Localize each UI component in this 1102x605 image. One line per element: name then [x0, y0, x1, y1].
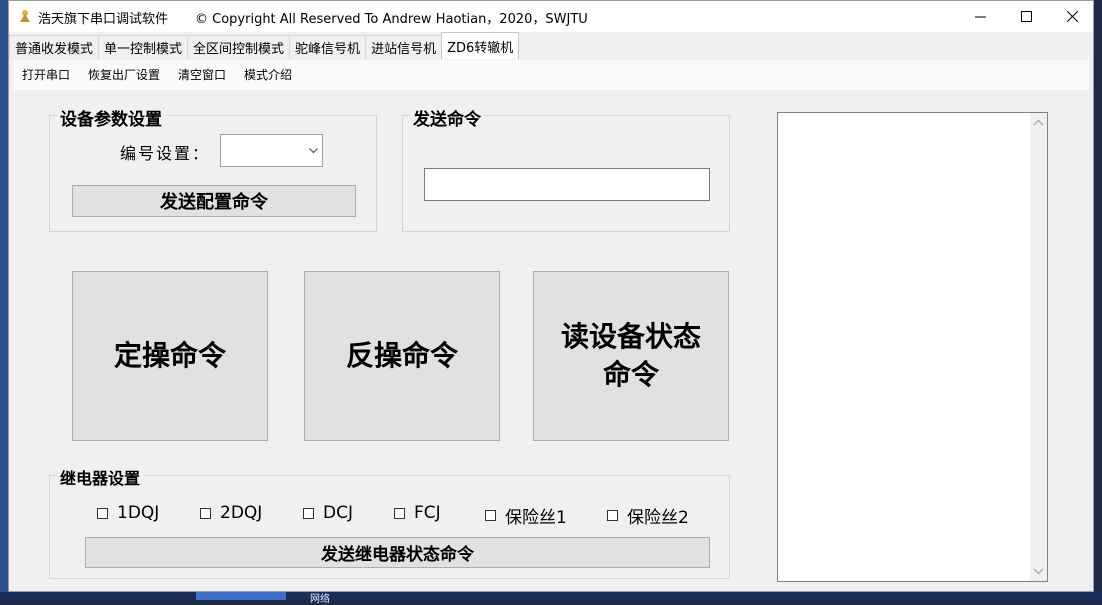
window-copyright: © Copyright All Reserved To Andrew Haoti… — [195, 12, 588, 27]
checkbox-label: FCJ — [414, 503, 441, 523]
read-status-line1: 读设备状态 — [560, 320, 701, 354]
send-command-title: 发送命令 — [410, 105, 484, 130]
tab-full-range[interactable]: 全区间控制模式 — [187, 35, 291, 59]
desktop-taskbar-area: 网络 — [0, 592, 1102, 605]
checkbox-1dqj[interactable]: 1DQJ — [97, 503, 159, 523]
relay-title: 继电器设置 — [57, 465, 144, 489]
send-relay-status-button[interactable]: 发送继电器状态命令 — [85, 537, 710, 568]
desktop-background — [0, 0, 8, 600]
minimize-icon — [974, 16, 986, 18]
checkbox-label: 2DQJ — [220, 503, 263, 523]
number-setting-label: 编号设置： — [120, 144, 211, 163]
menu-bar: 打开串口 恢复出厂设置 清空窗口 模式介绍 — [13, 60, 1089, 90]
checkbox-fuse2[interactable]: 保险丝2 — [607, 503, 689, 528]
checkbox-label: 保险丝1 — [505, 508, 567, 528]
app-logo-icon — [20, 10, 30, 22]
app-window: 浩天旗下串口调试软件 © Copyright All Reserved To A… — [8, 0, 1094, 592]
send-config-button[interactable]: 发送配置命令 — [72, 185, 356, 217]
menu-clear-window[interactable]: 清空窗口 — [169, 64, 235, 86]
scroll-down-icon[interactable] — [1033, 567, 1044, 575]
read-status-button[interactable]: 读设备状态 命令 — [533, 271, 729, 441]
checkbox-label: 1DQJ — [117, 503, 160, 523]
reverse-operation-button[interactable]: 反操命令 — [304, 271, 500, 441]
read-status-line2: 命令 — [602, 358, 659, 391]
checkbox-fuse1[interactable]: 保险丝1 — [485, 503, 567, 528]
mode-tabs: 普通收发模式 单一控制模式 全区间控制模式 驼峰信号机 进站信号机 ZD6转辙机 — [9, 32, 1093, 59]
tab-content: 设备参数设置 编号设置： 发送配置命令 发送命令 定操命令 反操命令 读设备状态… — [9, 91, 1093, 591]
tab-hump-signal[interactable]: 驼峰信号机 — [289, 35, 367, 59]
close-button[interactable] — [1049, 1, 1095, 32]
checkbox-box — [485, 510, 496, 521]
checkbox-box — [394, 507, 405, 519]
tab-entry-signal[interactable]: 进站信号机 — [365, 35, 443, 59]
checkbox-box — [200, 507, 211, 519]
title-bar[interactable]: 浩天旗下串口调试软件 © Copyright All Reserved To A… — [9, 1, 1093, 32]
fixed-operation-button[interactable]: 定操命令 — [72, 271, 268, 441]
maximize-icon — [1020, 11, 1032, 22]
maximize-button[interactable] — [1003, 1, 1049, 32]
device-params-group: 设备参数设置 编号设置： 发送配置命令 — [49, 105, 377, 232]
checkbox-box — [303, 507, 314, 519]
number-select[interactable] — [220, 134, 323, 167]
log-textarea[interactable] — [777, 112, 1048, 582]
checkbox-label: DCJ — [323, 503, 353, 523]
log-scrollbar[interactable] — [1030, 113, 1047, 581]
menu-mode-intro[interactable]: 模式介绍 — [235, 64, 301, 86]
tab-normal[interactable]: 普通收发模式 — [9, 35, 100, 59]
taskbar-highlight — [196, 592, 286, 600]
scroll-up-icon[interactable] — [1033, 119, 1044, 127]
checkbox-label: 保险丝2 — [627, 508, 689, 528]
checkbox-2dqj[interactable]: 2DQJ — [200, 503, 262, 523]
command-input[interactable] — [424, 168, 710, 201]
minimize-button[interactable] — [957, 1, 1003, 32]
checkbox-box — [97, 507, 108, 519]
checkbox-fcj[interactable]: FCJ — [394, 503, 441, 523]
device-params-title: 设备参数设置 — [57, 105, 165, 130]
tab-single-control[interactable]: 单一控制模式 — [98, 35, 189, 59]
send-command-group: 发送命令 — [402, 105, 730, 232]
menu-open-port[interactable]: 打开串口 — [13, 64, 79, 86]
close-icon — [1066, 11, 1078, 22]
menu-factory-reset[interactable]: 恢复出厂设置 — [79, 64, 169, 86]
window-title: 浩天旗下串口调试软件 — [38, 12, 169, 27]
chevron-down-icon — [309, 148, 318, 154]
checkbox-box — [607, 510, 618, 521]
relay-group: 继电器设置 1DQJ 2DQJ DCJ FCJ 保险丝1 保险丝2 发送继电器状… — [49, 465, 730, 579]
checkbox-dcj[interactable]: DCJ — [303, 503, 353, 523]
network-label: 网络 — [310, 594, 330, 605]
tab-zd6-switch[interactable]: ZD6转辙机 — [441, 32, 520, 59]
